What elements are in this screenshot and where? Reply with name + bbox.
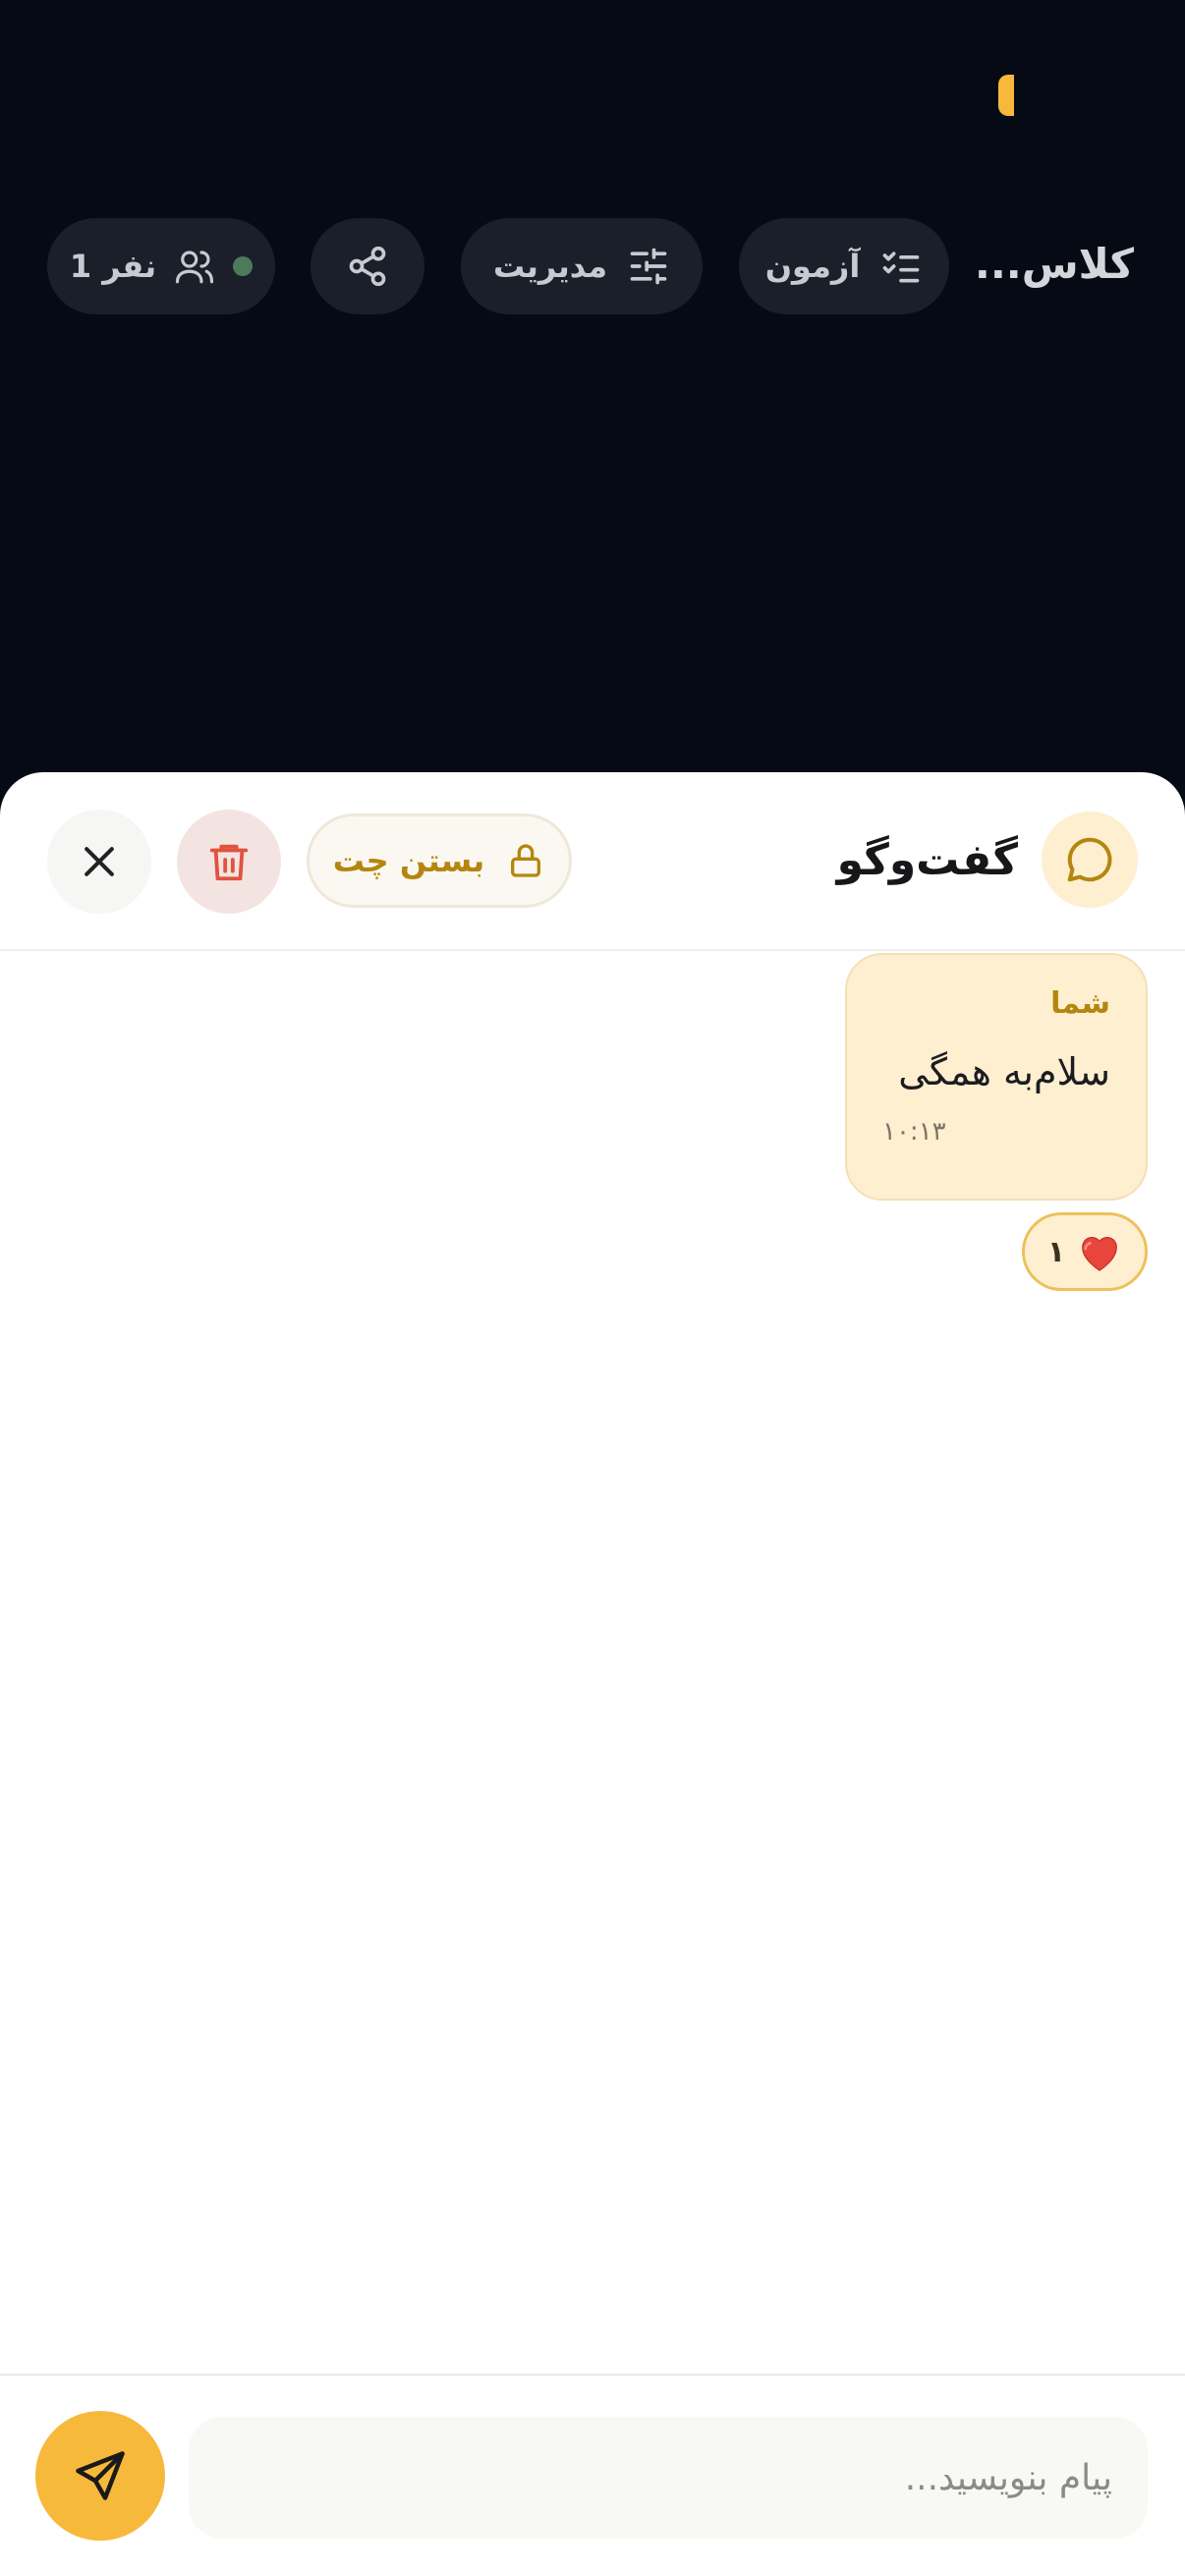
trash-icon (209, 844, 249, 881)
chat-bubble-icon (1067, 837, 1112, 882)
video-area: کلاس... آزمون مدیریت 1 نفر (0, 0, 1185, 786)
class-title: کلاس... (974, 239, 1134, 288)
heart-icon (1082, 1237, 1117, 1271)
reaction-count: ۱ (1046, 1234, 1066, 1269)
message-sender: شما (1050, 986, 1110, 1021)
users-icon (176, 251, 214, 284)
online-status-dot (233, 256, 254, 276)
checklist-icon (882, 252, 920, 283)
message-time: ۱۰:۱۳ (882, 1117, 946, 1147)
clear-chat-button[interactable] (177, 810, 281, 914)
reaction-chip[interactable]: ۱ (1022, 1212, 1148, 1291)
message-input[interactable] (189, 2417, 1148, 2539)
chat-sheet: گفت‌وگو بستن چت شما سلام‌به همگی ۱۰:۱۳ (0, 772, 1185, 2576)
chat-title: گفت‌وگو (836, 834, 1018, 885)
share-icon (349, 246, 386, 287)
manage-label: مدیریت (492, 248, 608, 285)
close-icon (85, 847, 114, 876)
manage-button[interactable]: مدیریت (461, 218, 703, 314)
lock-icon (511, 844, 541, 877)
message-text: سلام‌به همگی (898, 1050, 1110, 1093)
share-button[interactable] (310, 218, 424, 314)
sliders-icon (630, 248, 667, 285)
close-chat-button[interactable]: بستن چت (307, 813, 572, 908)
participants-label: 1 نفر (69, 248, 157, 285)
composer-bar (0, 2374, 1185, 2576)
participants-button[interactable]: 1 نفر (47, 218, 275, 314)
quiz-button[interactable]: آزمون (739, 218, 949, 314)
accent-indicator (998, 75, 1014, 116)
message-bubble[interactable]: شما سلام‌به همگی ۱۰:۱۳ (845, 953, 1148, 1201)
chat-icon-badge (1042, 812, 1138, 908)
send-button[interactable] (35, 2411, 165, 2541)
close-sheet-button[interactable] (47, 810, 151, 914)
send-icon (76, 2451, 125, 2500)
close-chat-label: بستن چت (332, 842, 485, 879)
chat-header: گفت‌وگو بستن چت (0, 772, 1185, 951)
quiz-label: آزمون (764, 248, 861, 285)
